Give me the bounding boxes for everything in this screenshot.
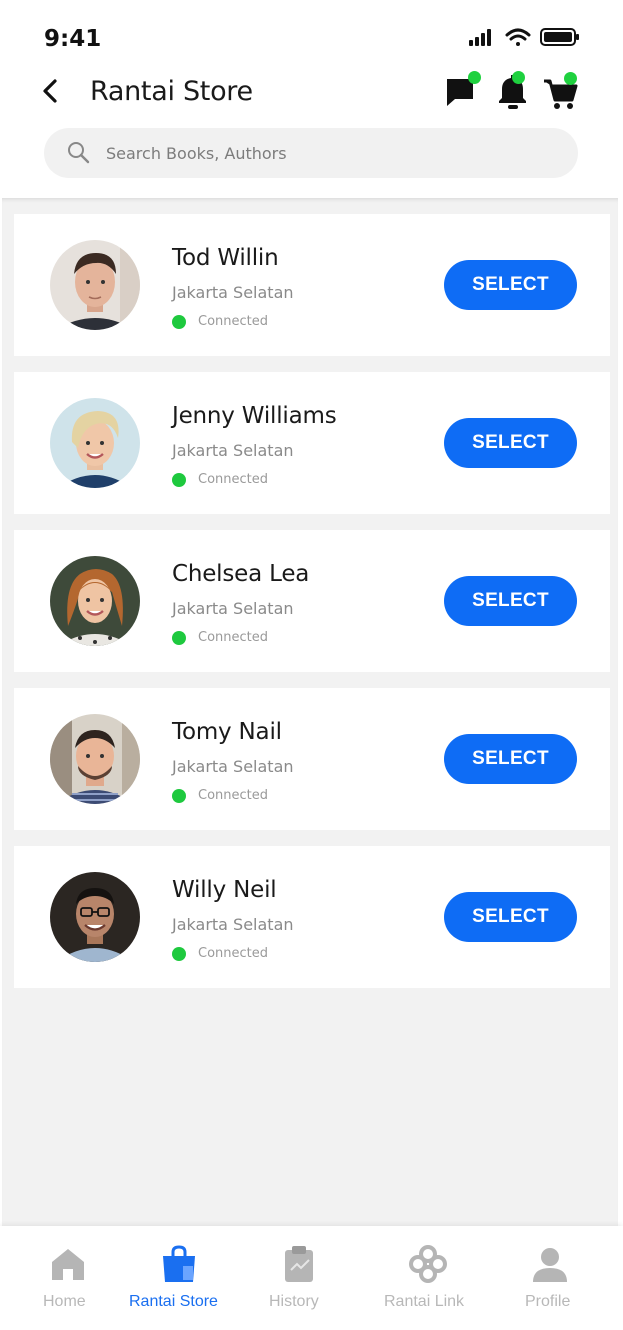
store-name: Tod Willin <box>172 245 279 271</box>
bottom-tab-bar: Home Rantai Store History Rantai Link Pr… <box>0 1226 623 1330</box>
select-button[interactable]: SELECT <box>444 576 577 626</box>
store-name: Jenny Williams <box>172 403 337 429</box>
select-button[interactable]: SELECT <box>444 418 577 468</box>
avatar <box>50 872 140 962</box>
status-text: Connected <box>198 630 269 645</box>
status-dot <box>172 315 186 329</box>
avatar <box>50 398 140 488</box>
status-text: Connected <box>198 946 269 961</box>
page-title: Rantai Store <box>90 76 253 107</box>
status-bar: 9:41 <box>0 0 623 70</box>
tab-profile[interactable]: Profile <box>522 1226 582 1330</box>
store-list: Tod Willin Jakarta Selatan Connected SEL… <box>2 198 618 1226</box>
wifi-icon <box>505 28 531 46</box>
home-icon <box>48 1244 88 1284</box>
app-header: Rantai Store <box>0 70 623 198</box>
battery-icon <box>540 28 579 46</box>
tab-label: Home <box>43 1293 86 1310</box>
cart-notification-dot <box>564 72 577 85</box>
status-text: Connected <box>198 314 269 329</box>
status-dot <box>172 473 186 487</box>
search-bar <box>44 128 578 178</box>
search-input[interactable] <box>106 128 556 178</box>
tab-label: History <box>269 1293 319 1310</box>
chat-icon[interactable] <box>444 70 484 112</box>
store-location: Jakarta Selatan <box>172 915 294 934</box>
search-icon <box>66 140 92 166</box>
cart-icon[interactable] <box>542 70 582 112</box>
profile-icon <box>530 1244 570 1284</box>
back-arrow-icon[interactable] <box>36 76 66 106</box>
status-time: 9:41 <box>44 26 102 52</box>
tab-history[interactable]: History <box>266 1226 336 1330</box>
select-button[interactable]: SELECT <box>444 892 577 942</box>
store-name: Willy Neil <box>172 877 277 903</box>
store-location: Jakarta Selatan <box>172 599 294 618</box>
status-dot <box>172 631 186 645</box>
select-button[interactable]: SELECT <box>444 734 577 784</box>
list-item: Chelsea Lea Jakarta Selatan Connected SE… <box>14 530 610 672</box>
clipboard-icon <box>279 1244 319 1284</box>
chat-notification-dot <box>468 71 481 84</box>
store-location: Jakarta Selatan <box>172 757 294 776</box>
avatar <box>50 240 140 330</box>
list-item: Willy Neil Jakarta Selatan Connected SEL… <box>14 846 610 988</box>
tab-rantai-link[interactable]: Rantai Link <box>382 1226 478 1330</box>
shopping-bag-icon <box>159 1244 199 1284</box>
select-button[interactable]: SELECT <box>444 260 577 310</box>
tab-rantai-store[interactable]: Rantai Store <box>126 1226 236 1330</box>
tab-label: Rantai Link <box>384 1293 465 1310</box>
status-icons <box>469 26 581 50</box>
tab-label: Profile <box>525 1293 571 1310</box>
tab-label: Rantai Store <box>129 1293 218 1310</box>
store-name: Chelsea Lea <box>172 561 310 587</box>
status-dot <box>172 789 186 803</box>
signal-icon <box>469 29 491 46</box>
list-item: Tod Willin Jakarta Selatan Connected SEL… <box>14 214 610 356</box>
store-name: Tomy Nail <box>172 719 282 745</box>
list-item: Tomy Nail Jakarta Selatan Connected SELE… <box>14 688 610 830</box>
store-location: Jakarta Selatan <box>172 441 294 460</box>
bell-notification-dot <box>512 71 525 84</box>
bell-icon[interactable] <box>496 70 536 112</box>
link-icon <box>408 1244 448 1284</box>
status-text: Connected <box>198 788 269 803</box>
avatar <box>50 556 140 646</box>
status-dot <box>172 947 186 961</box>
avatar <box>50 714 140 804</box>
tab-home[interactable]: Home <box>40 1226 100 1330</box>
list-item: Jenny Williams Jakarta Selatan Connected… <box>14 372 610 514</box>
status-text: Connected <box>198 472 269 487</box>
store-location: Jakarta Selatan <box>172 283 294 302</box>
